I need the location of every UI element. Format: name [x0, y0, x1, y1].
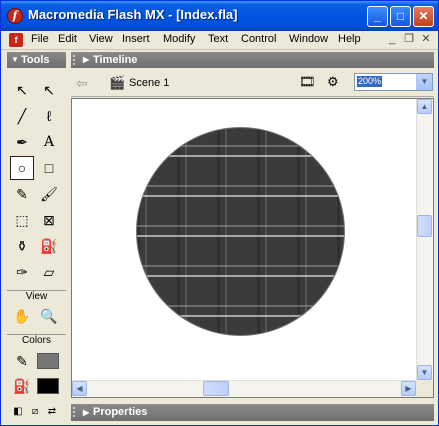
collapse-triangle-icon: ▼ [11, 55, 19, 64]
swap-colors-icon[interactable]: ⇄ [43, 400, 61, 424]
doc-close-icon[interactable]: ✕ [419, 33, 433, 46]
grip-icon[interactable] [73, 407, 79, 417]
tools-panel-header[interactable]: ▼ Tools [7, 52, 66, 68]
scene-bar: ⇦ 🎬 Scene 1 🎞 ⚙ 200% ▼ [71, 69, 434, 97]
patterned-circle-shape[interactable] [136, 127, 345, 336]
expand-triangle-icon: ▶ [83, 55, 90, 64]
lasso-tool-icon[interactable]: ℓ [37, 104, 61, 128]
hand-tool-icon[interactable]: ✋ [10, 304, 34, 328]
properties-title: Properties [93, 406, 148, 418]
tools-panel: ▼ Tools ↖ ↖ ╱ ℓ ✒ A ○ □ ✎ 🖌 ⬚ ⊠ ⚱ ⛽ ✑ ▱ … [7, 52, 66, 423]
expand-triangle-icon: ▶ [83, 408, 90, 417]
doc-minimize-icon[interactable]: _ [385, 33, 399, 46]
zoom-value: 200% [357, 76, 383, 87]
scene-label[interactable]: Scene 1 [129, 77, 169, 89]
vertical-scroll-thumb[interactable] [417, 215, 432, 237]
paint-bucket-tool-icon[interactable]: ⛽ [37, 234, 61, 258]
menu-text[interactable]: Text [208, 33, 228, 45]
menu-edit[interactable]: Edit [58, 33, 77, 45]
view-section-label: View [7, 290, 66, 302]
tool-grid: ↖ ↖ ╱ ℓ ✒ A ○ □ ✎ 🖌 ⬚ ⊠ ⚱ ⛽ ✑ ▱ View ✋ 🔍… [7, 68, 66, 423]
fill-color-icon[interactable]: ⛽ [10, 374, 34, 398]
arrow-tool-icon[interactable]: ↖ [10, 78, 34, 102]
ink-bottle-tool-icon[interactable]: ⚱ [10, 234, 34, 258]
timeline-title: Timeline [93, 54, 138, 66]
text-tool-icon[interactable]: A [37, 130, 61, 154]
tools-panel-title: Tools [21, 54, 50, 66]
fill-transform-tool-icon[interactable]: ⊠ [37, 208, 61, 232]
properties-header[interactable]: ▶ Properties [71, 404, 434, 421]
chevron-down-icon[interactable]: ▼ [416, 74, 432, 90]
zoom-select[interactable]: 200% ▼ [354, 73, 433, 91]
stroke-color-icon[interactable]: ✎ [10, 349, 34, 373]
minimize-button[interactable]: _ [367, 6, 388, 27]
timeline-header[interactable]: ▶ Timeline [71, 52, 434, 68]
menu-insert[interactable]: Insert [122, 33, 150, 45]
flash-window: f Macromedia Flash MX - [Index.fla] _ □ … [0, 0, 439, 426]
free-transform-tool-icon[interactable]: ⬚ [10, 208, 34, 232]
rectangle-tool-icon[interactable]: □ [37, 156, 61, 180]
scroll-up-icon[interactable]: ▲ [417, 99, 432, 114]
edit-scene-icon[interactable]: 🎞 [299, 74, 316, 90]
menu-view[interactable]: View [89, 33, 113, 45]
scroll-right-icon[interactable]: ▶ [401, 381, 416, 396]
scroll-corner [416, 380, 433, 397]
menu-help[interactable]: Help [338, 33, 361, 45]
oval-tool-icon[interactable]: ○ [10, 156, 34, 180]
scene-icon: 🎬 [109, 75, 126, 90]
window-title: Macromedia Flash MX - [Index.fla] [28, 7, 238, 22]
eyedropper-tool-icon[interactable]: ✑ [10, 260, 34, 284]
pencil-tool-icon[interactable]: ✎ [10, 182, 34, 206]
black-white-icon[interactable]: ◧ [9, 400, 27, 424]
menu-control[interactable]: Control [241, 33, 276, 45]
stroke-color-swatch[interactable] [37, 353, 59, 369]
subselect-tool-icon[interactable]: ↖ [37, 78, 61, 102]
back-arrow-icon[interactable]: ⇦ [76, 75, 88, 92]
fill-color-swatch[interactable] [37, 378, 59, 394]
brush-tool-icon[interactable]: 🖌 [37, 182, 61, 206]
doc-restore-icon[interactable]: ❐ [402, 33, 416, 46]
stage-canvas[interactable] [72, 99, 417, 381]
pen-tool-icon[interactable]: ✒ [10, 130, 34, 154]
horizontal-scroll-thumb[interactable] [203, 381, 229, 396]
title-bar[interactable]: f Macromedia Flash MX - [Index.fla] _ □ … [1, 1, 438, 31]
vertical-scrollbar[interactable]: ▲ ▼ [416, 99, 433, 381]
flash-icon[interactable]: f [7, 8, 23, 24]
edit-symbols-icon[interactable]: ⚙ [327, 74, 339, 90]
menu-window[interactable]: Window [289, 33, 328, 45]
horizontal-scrollbar[interactable]: ◀ ▶ [72, 380, 417, 397]
eraser-tool-icon[interactable]: ▱ [37, 260, 61, 284]
line-tool-icon[interactable]: ╱ [10, 104, 34, 128]
no-color-icon[interactable]: ⧄ [26, 400, 44, 424]
menu-modify[interactable]: Modify [163, 33, 195, 45]
stage-area[interactable]: ▲ ▼ ◀ ▶ [71, 98, 434, 398]
menu-bar: f File Edit View Insert Modify Text Cont… [1, 31, 438, 50]
maximize-button[interactable]: □ [390, 6, 411, 27]
document-icon[interactable]: f [9, 33, 23, 47]
scroll-left-icon[interactable]: ◀ [72, 381, 87, 396]
scroll-down-icon[interactable]: ▼ [417, 365, 432, 380]
circle-pattern-fill [137, 128, 344, 335]
close-button[interactable]: ✕ [413, 6, 434, 27]
zoom-tool-icon[interactable]: 🔍 [37, 304, 61, 328]
colors-section-label: Colors [7, 334, 66, 346]
menu-file[interactable]: File [31, 33, 49, 45]
grip-icon[interactable] [73, 55, 79, 65]
